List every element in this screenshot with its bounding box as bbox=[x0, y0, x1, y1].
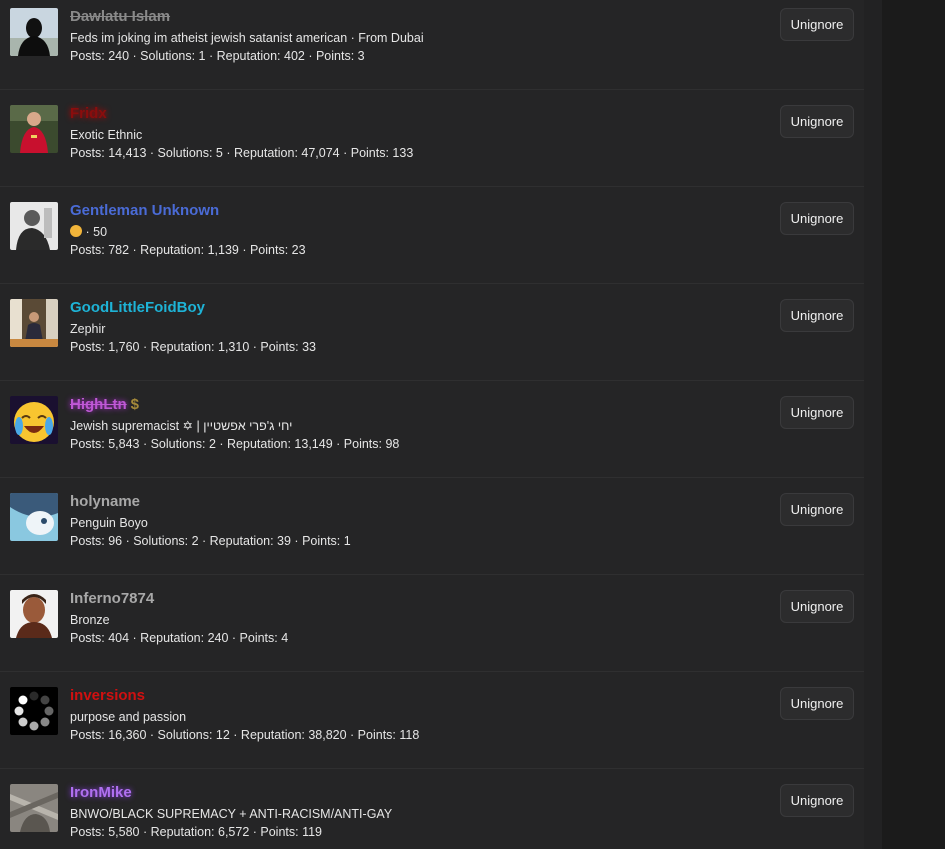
member-name-link[interactable]: Inferno7874 bbox=[70, 590, 154, 608]
unignore-button[interactable]: Unignore bbox=[780, 493, 854, 526]
avatar[interactable] bbox=[10, 590, 58, 638]
unignore-button[interactable]: Unignore bbox=[780, 8, 854, 41]
member-name-link[interactable]: Fridx bbox=[70, 105, 107, 123]
member-row: IronMike BNWO/BLACK SUPREMACY + ANTI-RAC… bbox=[0, 770, 864, 849]
ignored-members-page: Dawlatu Islam Feds im joking im atheist … bbox=[0, 0, 945, 849]
member-row: inversions purpose and passion Posts: 16… bbox=[0, 673, 864, 769]
avatar[interactable] bbox=[10, 202, 58, 250]
member-stats: Posts: 14,413 · Solutions: 5 · Reputatio… bbox=[70, 146, 414, 160]
member-name-link[interactable]: Dawlatu Islam bbox=[70, 8, 170, 26]
member-stats: Posts: 5,580 · Reputation: 6,572 · Point… bbox=[70, 825, 323, 839]
member-name-link[interactable]: IronMike bbox=[70, 784, 132, 802]
member-name-link[interactable]: Gentleman Unknown bbox=[70, 202, 219, 220]
unignore-button[interactable]: Unignore bbox=[780, 396, 854, 429]
avatar[interactable] bbox=[10, 784, 58, 832]
member-name-link[interactable]: HighLtn $ bbox=[70, 396, 139, 414]
member-title: purpose and passion bbox=[70, 710, 187, 724]
member-title: · 50 bbox=[70, 224, 107, 240]
avatar[interactable] bbox=[10, 687, 58, 735]
dollar-badge-icon: $ bbox=[130, 396, 139, 413]
member-row: Dawlatu Islam Feds im joking im atheist … bbox=[0, 0, 864, 90]
unignore-button[interactable]: Unignore bbox=[780, 590, 854, 623]
sleepy-face-icon bbox=[70, 225, 82, 237]
unignore-button[interactable]: Unignore bbox=[780, 687, 854, 720]
unignore-button[interactable]: Unignore bbox=[780, 202, 854, 235]
unignore-button[interactable]: Unignore bbox=[780, 299, 854, 332]
avatar[interactable] bbox=[10, 105, 58, 153]
member-stats: Posts: 404 · Reputation: 240 · Points: 4 bbox=[70, 631, 289, 645]
member-row: Inferno7874 Bronze Posts: 404 · Reputati… bbox=[0, 576, 864, 672]
member-stats: Posts: 240 · Solutions: 1 · Reputation: … bbox=[70, 49, 365, 63]
member-title: Zephir bbox=[70, 322, 106, 336]
unignore-button[interactable]: Unignore bbox=[780, 784, 854, 817]
scrollbar-track[interactable] bbox=[864, 0, 882, 849]
member-stats: Posts: 782 · Reputation: 1,139 · Points:… bbox=[70, 243, 306, 257]
side-panel bbox=[882, 0, 945, 849]
member-row: holyname Penguin Boyo Posts: 96 · Soluti… bbox=[0, 479, 864, 575]
ignored-members-list: Dawlatu Islam Feds im joking im atheist … bbox=[0, 0, 864, 849]
member-row: Fridx Exotic Ethnic Posts: 14,413 · Solu… bbox=[0, 91, 864, 187]
member-title-text: · 50 bbox=[85, 225, 108, 239]
member-stats: Posts: 1,760 · Reputation: 1,310 · Point… bbox=[70, 340, 316, 354]
member-title: Exotic Ethnic bbox=[70, 128, 143, 142]
member-stats: Posts: 5,843 · Solutions: 2 · Reputation… bbox=[70, 437, 400, 451]
unignore-button[interactable]: Unignore bbox=[780, 105, 854, 138]
member-row: Gentleman Unknown · 50 Posts: 782 · Repu… bbox=[0, 188, 864, 284]
member-title: Penguin Boyo bbox=[70, 516, 148, 530]
member-title: Feds im joking im atheist jewish satanis… bbox=[70, 31, 424, 45]
avatar[interactable] bbox=[10, 299, 58, 347]
avatar[interactable] bbox=[10, 8, 58, 56]
member-stats: Posts: 16,360 · Solutions: 12 · Reputati… bbox=[70, 728, 420, 742]
member-stats: Posts: 96 · Solutions: 2 · Reputation: 3… bbox=[70, 534, 351, 548]
member-title: BNWO/BLACK SUPREMACY + ANTI-RACISM/ANTI-… bbox=[70, 807, 393, 821]
member-row: HighLtn $ Jewish supremacist ✡ | יחי ג'פר… bbox=[0, 382, 864, 478]
member-title: Bronze bbox=[70, 613, 110, 627]
member-name-text[interactable]: HighLtn bbox=[70, 396, 127, 413]
member-name-link[interactable]: GoodLittleFoidBoy bbox=[70, 299, 205, 317]
member-name-link[interactable]: inversions bbox=[70, 687, 145, 705]
member-title: Jewish supremacist ✡ | יחי ג'פרי אפשטיין bbox=[70, 419, 293, 433]
member-row: GoodLittleFoidBoy Zephir Posts: 1,760 · … bbox=[0, 285, 864, 381]
avatar[interactable] bbox=[10, 493, 58, 541]
member-name-link[interactable]: holyname bbox=[70, 493, 140, 511]
avatar[interactable] bbox=[10, 396, 58, 444]
